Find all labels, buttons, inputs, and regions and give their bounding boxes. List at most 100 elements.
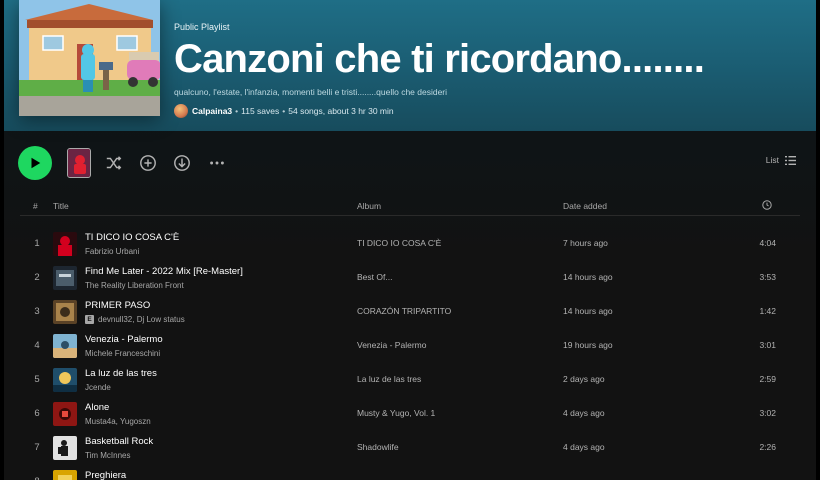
plus-circle-icon (140, 155, 156, 171)
play-icon (31, 157, 41, 169)
track-artist-line: E devnull32, Dj Low status (85, 315, 185, 324)
playlist-header-text: Public Playlist Canzoni che ti ricordano… (174, 22, 804, 118)
track-date-added: 2 days ago (563, 374, 605, 384)
explicit-badge: E (85, 315, 94, 324)
track-row[interactable]: 3 PRIMER PASO E devnull32, Dj Low status… (20, 295, 800, 329)
playlist-summary: 54 songs, about 3 hr 30 min (288, 106, 394, 116)
track-artwork (53, 436, 77, 460)
column-album[interactable]: Album (357, 201, 381, 211)
playlist-cover-image (19, 0, 160, 116)
track-title[interactable]: Basketball Rock (85, 436, 153, 447)
track-date-added: 19 hours ago (563, 340, 613, 350)
track-duration: 2:26 (759, 442, 776, 452)
track-album[interactable]: Musty & Yugo, Vol. 1 (357, 408, 435, 418)
track-artwork (53, 368, 77, 392)
play-button[interactable] (18, 146, 52, 180)
add-to-library-button[interactable] (138, 153, 158, 173)
track-artwork (53, 300, 77, 324)
meta-separator: • (235, 106, 239, 116)
track-title[interactable]: TI DICO IO COSA C'È (85, 232, 179, 243)
track-row[interactable]: 2 Find Me Later - 2022 Mix [Re-Master] T… (20, 261, 800, 295)
track-album[interactable]: Best Of... (357, 272, 392, 282)
track-row[interactable]: 8 Preghiera (20, 465, 800, 480)
list-icon (785, 155, 796, 165)
saves-count: 115 saves (241, 106, 280, 116)
track-row[interactable]: 5 La luz de las tres Jcende La luz de la… (20, 363, 800, 397)
track-artist[interactable]: Michele Franceschini (85, 349, 160, 358)
track-album[interactable]: Shadowlife (357, 442, 399, 452)
tracklist-header: # Title Album Date added (20, 196, 800, 216)
clock-icon (762, 200, 772, 210)
track-duration: 2:59 (759, 374, 776, 384)
track-duration: 3:01 (759, 340, 776, 350)
track-number: 1 (34, 238, 40, 249)
track-title[interactable]: PRIMER PASO (85, 300, 150, 311)
shuffle-icon (106, 156, 122, 170)
track-album[interactable]: CORAZÓN TRIPARTITO (357, 306, 451, 316)
playlist-meta: Calpaina3 • 115 saves • 54 songs, about … (174, 104, 804, 118)
track-artist[interactable]: Musta4a, Yugoszn (85, 417, 151, 426)
track-artwork (53, 232, 77, 256)
track-row[interactable]: 7 Basketball Rock Tim McInnes Shadowlife… (20, 431, 800, 465)
track-artwork (53, 266, 77, 290)
track-album[interactable]: Venezia - Palermo (357, 340, 426, 350)
playlist-header: Public Playlist Canzoni che ti ricordano… (4, 0, 816, 131)
track-title[interactable]: Alone (85, 402, 109, 413)
track-duration: 3:02 (759, 408, 776, 418)
track-album[interactable]: TI DICO IO COSA C'È (357, 238, 441, 248)
track-number: 7 (34, 442, 40, 453)
track-artwork (53, 402, 77, 426)
more-options-button[interactable] (207, 153, 227, 173)
track-date-added: 14 hours ago (563, 272, 613, 282)
track-date-added: 7 hours ago (563, 238, 608, 248)
view-mode-label: List (765, 155, 779, 165)
track-artist[interactable]: Tim McInnes (85, 451, 131, 460)
playlist-type-label: Public Playlist (174, 22, 230, 32)
track-date-added: 14 hours ago (563, 306, 613, 316)
owner-avatar[interactable] (174, 104, 188, 118)
download-icon (174, 155, 190, 171)
preview-thumbnail-icon (68, 149, 90, 177)
column-duration[interactable] (762, 200, 772, 212)
track-title[interactable]: La luz de las tres (85, 368, 157, 379)
column-date-added[interactable]: Date added (563, 201, 607, 211)
track-artwork (53, 470, 77, 480)
playlist-preview-button[interactable] (67, 148, 91, 178)
meta-separator: • (282, 106, 286, 116)
track-artist[interactable]: devnull32, Dj Low status (98, 315, 185, 324)
action-bar: List (4, 140, 816, 186)
track-artist[interactable]: Jcende (85, 383, 111, 392)
column-number: # (33, 201, 38, 211)
playlist-view: Public Playlist Canzoni che ti ricordano… (4, 0, 816, 480)
track-title[interactable]: Venezia - Palermo (85, 334, 163, 345)
track-row[interactable]: 6 Alone Musta4a, Yugoszn Musty & Yugo, V… (20, 397, 800, 431)
download-button[interactable] (172, 153, 192, 173)
track-album[interactable]: La luz de las tres (357, 374, 421, 384)
track-number: 2 (34, 272, 40, 283)
playlist-description: qualcuno, l'estate, l'infanzia, momenti … (174, 87, 448, 97)
tracklist: 1 TI DICO IO COSA C'È Fabrizio Urbani TI… (20, 227, 800, 480)
track-title[interactable]: Preghiera (85, 470, 126, 480)
view-mode-toggle[interactable]: List (766, 155, 796, 165)
track-artist[interactable]: The Reality Liberation Front (85, 281, 184, 290)
owner-link[interactable]: Calpaina3 (192, 106, 232, 116)
app-frame: Public Playlist Canzoni che ti ricordano… (0, 0, 820, 480)
track-number: 8 (31, 476, 43, 480)
column-title[interactable]: Title (53, 201, 69, 211)
more-horizontal-icon (210, 161, 224, 165)
track-duration: 3:53 (759, 272, 776, 282)
track-number: 6 (34, 408, 40, 419)
track-artist[interactable]: Fabrizio Urbani (85, 247, 139, 256)
shuffle-button[interactable] (104, 153, 124, 173)
track-number: 4 (34, 340, 40, 351)
track-title[interactable]: Find Me Later - 2022 Mix [Re-Master] (85, 266, 243, 277)
track-number: 5 (34, 374, 40, 385)
track-number: 3 (34, 306, 40, 317)
track-date-added: 4 days ago (563, 408, 605, 418)
track-date-added: 4 days ago (563, 442, 605, 452)
track-duration: 4:04 (759, 238, 776, 248)
track-row[interactable]: 4 Venezia - Palermo Michele Franceschini… (20, 329, 800, 363)
track-row[interactable]: 1 TI DICO IO COSA C'È Fabrizio Urbani TI… (20, 227, 800, 261)
playlist-title: Canzoni che ti ricordano........ (174, 37, 705, 81)
track-duration: 1:42 (759, 306, 776, 316)
